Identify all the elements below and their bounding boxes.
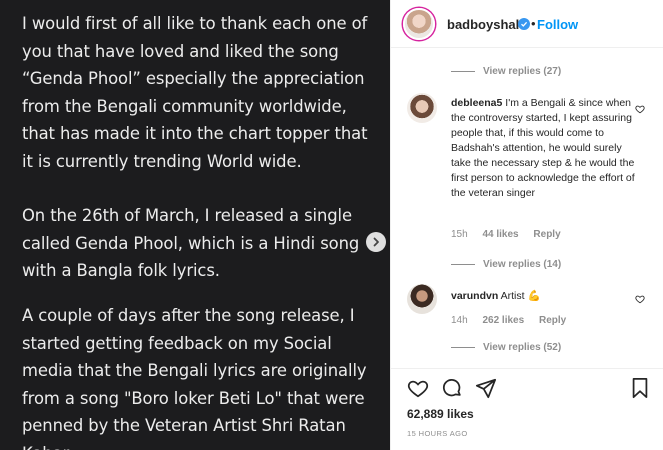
comment-username[interactable]: varundvn — [451, 290, 498, 302]
comment-avatar[interactable] — [407, 284, 437, 314]
reply-button[interactable]: Reply — [539, 315, 566, 326]
comment-body: varundvn Artist 💪 — [451, 289, 641, 304]
post-paragraph-1: I would first of all like to thank each … — [22, 14, 368, 171]
avatar[interactable] — [403, 8, 435, 40]
view-replies-button[interactable]: View replies (52) — [483, 342, 561, 353]
comment-time[interactable]: 15h — [451, 229, 468, 240]
post-actions: 62,889 likes 15 HOURS AGO — [391, 368, 663, 450]
heart-icon[interactable] — [407, 377, 429, 399]
bookmark-icon[interactable] — [630, 377, 650, 399]
like-comment-heart-icon[interactable] — [635, 104, 645, 114]
comment-likes[interactable]: 262 likes — [482, 315, 524, 326]
comment-body: debleena5 I'm a Bengali & since when the… — [451, 96, 641, 201]
comment-text: I'm a Bengali & since when the controver… — [451, 97, 635, 199]
header-separator: • — [531, 16, 536, 31]
comment-meta: 14h 262 likes Reply — [451, 315, 578, 326]
likes-count[interactable]: 62,889 likes — [407, 407, 474, 421]
comment-likes[interactable]: 44 likes — [482, 229, 518, 240]
follow-button[interactable]: Follow — [537, 17, 578, 32]
header-username[interactable]: badboyshah — [447, 17, 524, 32]
post-header: badboyshah • Follow — [391, 0, 663, 48]
like-comment-heart-icon[interactable] — [635, 294, 645, 304]
post-side-panel: badboyshah • Follow View replies (27) de… — [390, 0, 663, 450]
comment-text: Artist — [500, 290, 525, 302]
post-timestamp[interactable]: 15 HOURS AGO — [407, 429, 468, 438]
post-image: I would first of all like to thank each … — [0, 0, 390, 450]
verified-badge-icon — [518, 18, 530, 30]
post-paragraph-3: A couple of days after the song release,… — [22, 306, 367, 450]
view-replies-button[interactable]: View replies (27) — [483, 66, 561, 77]
view-replies-button[interactable]: View replies (14) — [483, 259, 561, 270]
comment-meta: 15h 44 likes Reply — [451, 229, 573, 240]
reply-button[interactable]: Reply — [533, 229, 560, 240]
share-icon[interactable] — [475, 377, 497, 399]
comment-username[interactable]: debleena5 — [451, 97, 502, 109]
comment-time[interactable]: 14h — [451, 315, 468, 326]
comment-icon[interactable] — [441, 377, 463, 399]
comment-avatar[interactable] — [407, 93, 437, 123]
chevron-right-icon — [373, 237, 379, 247]
flexed-biceps-icon: 💪 — [527, 290, 541, 302]
next-image-button[interactable] — [366, 232, 386, 252]
post-paragraph-2: On the 26th of March, I released a singl… — [22, 206, 360, 280]
replies-divider — [451, 264, 475, 265]
replies-divider — [451, 347, 475, 348]
replies-divider — [451, 71, 475, 72]
